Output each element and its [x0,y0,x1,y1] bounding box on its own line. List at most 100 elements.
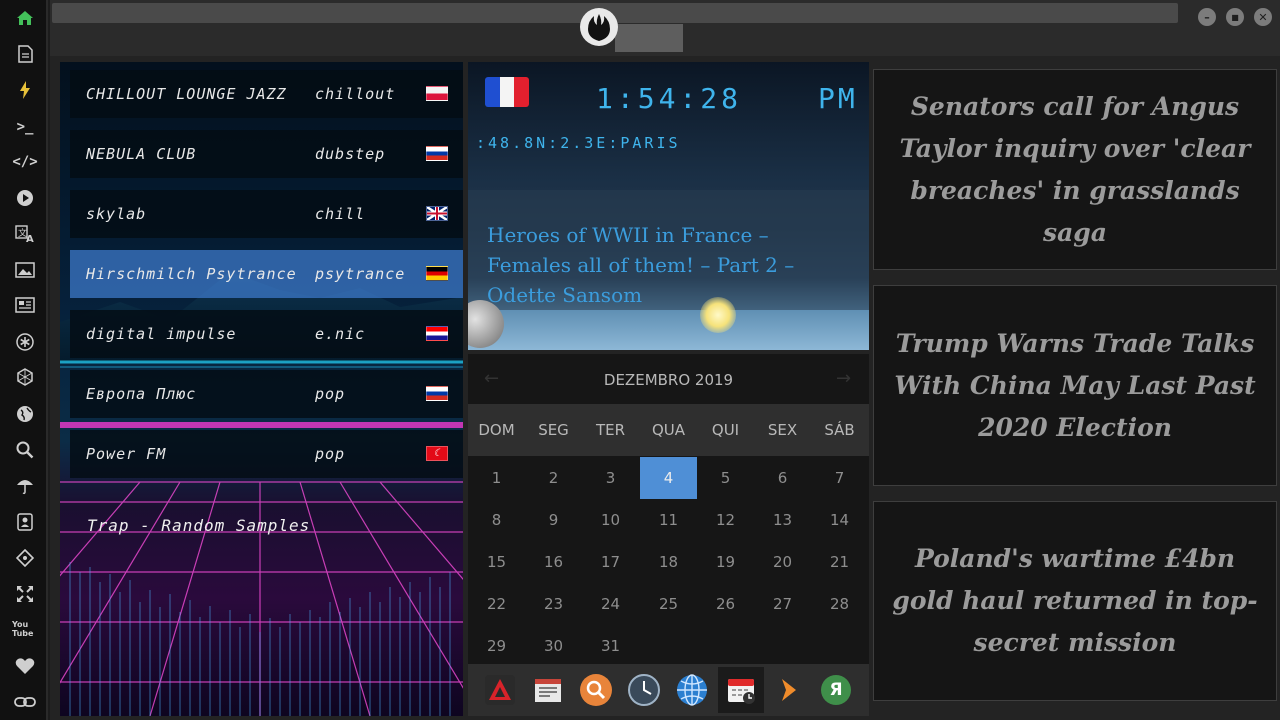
flag-russia-icon [426,386,448,401]
calendar-day[interactable]: 13 [754,499,811,541]
calendar-day[interactable]: 6 [754,457,811,499]
calendar-day[interactable]: 27 [754,583,811,625]
news-headline: Senators call for Angus Taylor inquiry o… [899,91,1251,247]
station-name: NEBULA CLUB [86,145,197,163]
app-a-icon[interactable] [482,672,518,708]
station-row[interactable]: Европа Плюс pop [70,370,463,418]
calendar-day[interactable]: 25 [640,583,697,625]
close-button[interactable]: ✕ [1254,8,1272,26]
flag-turkey-icon: ☾ [426,446,448,461]
play-icon[interactable] [12,185,38,211]
weekday-label: SEX [767,421,798,439]
calendar-day[interactable]: 1 [468,457,525,499]
yandex-letter: Я [829,680,843,700]
maximize-icon: ■ [1231,12,1239,22]
clock-time: 1:54:28 [596,82,743,115]
flag-uk-icon [426,206,448,221]
calendar-day[interactable]: 19 [697,541,754,583]
youtube-label: You Tube [12,620,34,638]
station-row[interactable]: digital impulse e.nic [70,310,463,358]
calendar-day[interactable]: 7 [811,457,868,499]
calendar-day[interactable]: 9 [525,499,582,541]
station-row[interactable]: skylab chill [70,190,463,238]
clock-ampm: PM [818,82,858,115]
weekday-label: TER [595,421,626,439]
clock-icon[interactable] [626,672,662,708]
station-row[interactable]: CHILLOUT LOUNGE JAZZ chillout [70,70,463,118]
bolt-icon[interactable] [12,77,38,103]
calendar-day[interactable]: 21 [811,541,868,583]
station-name: skylab [86,205,147,223]
next-month-arrow-icon[interactable]: → [836,368,851,389]
clock-headline-link[interactable]: Heroes of WWII in France – Females all o… [487,220,857,310]
weekday-label: SÁB [824,421,855,439]
calendar-day[interactable]: 12 [697,499,754,541]
station-row-active[interactable]: Hirschmilch Psytrance psytrance [70,250,463,298]
calendar-day[interactable]: 18 [640,541,697,583]
umbrella-icon[interactable] [12,473,38,499]
search-icon[interactable] [578,672,614,708]
minimize-icon: – [1204,10,1210,24]
calendar-day[interactable]: 29 [468,625,525,667]
app-sidebar: >_ </> 文A You Tube [0,0,48,720]
document-icon[interactable] [12,41,38,67]
calendar-weekday-row: DOM SEG TER QUA QUI SEX SÁB [468,404,869,456]
calendar-day[interactable]: 14 [811,499,868,541]
calendar-day[interactable]: 30 [525,625,582,667]
weekday-label: SEG [538,421,569,439]
calendar-news-icon[interactable] [530,672,566,708]
station-row[interactable]: NEBULA CLUB dubstep [70,130,463,178]
translate-icon[interactable]: 文A [12,221,38,247]
calendar-day[interactable]: 8 [468,499,525,541]
calendar-day[interactable]: 11 [640,499,697,541]
rebel-alliance-logo-icon [580,8,618,46]
flag-france-icon [485,77,529,107]
calendar-day[interactable]: 2 [525,457,582,499]
calendar-day[interactable]: 16 [525,541,582,583]
maximize-button[interactable]: ■ [1226,8,1244,26]
image-icon[interactable] [12,257,38,283]
emblem-tab[interactable] [615,24,683,52]
link-icon[interactable] [12,689,38,715]
calendar-day[interactable]: 3 [582,457,639,499]
calendar-day[interactable]: 23 [525,583,582,625]
news-card[interactable]: Trump Warns Trade Talks With China May L… [873,285,1277,486]
calendar-day[interactable]: 15 [468,541,525,583]
minimize-button[interactable]: – [1198,8,1216,26]
calendar-day[interactable]: 22 [468,583,525,625]
expand-icon[interactable] [12,581,38,607]
top-bar: – ■ ✕ [50,0,1280,56]
station-row[interactable]: Power FM pop ☾ [70,430,463,478]
station-genre: pop [315,385,346,403]
globe-icon[interactable] [674,672,710,708]
calendar-widget: ← DEZEMBRO 2019 → DOM SEG TER QUA QUI SE… [468,354,869,664]
calendar-day[interactable]: 10 [582,499,639,541]
news-card[interactable]: Poland's wartime £4bn gold haul returned… [873,501,1277,701]
play-arrow-icon[interactable] [770,672,806,708]
calendar-day[interactable]: 20 [754,541,811,583]
globe-icon[interactable] [12,401,38,427]
calendar-day[interactable]: 17 [582,541,639,583]
youtube-icon[interactable]: You Tube [12,616,38,642]
calendar-day[interactable]: 5 [697,457,754,499]
calendar-day[interactable]: 28 [811,583,868,625]
home-icon[interactable] [12,5,38,31]
calendar-month-title: DEZEMBRO 2019 [603,371,734,389]
search-icon[interactable] [12,437,38,463]
tag-icon[interactable] [12,545,38,571]
asterisk-icon[interactable] [12,329,38,355]
calendar-icon[interactable] [718,667,764,713]
hexagon-icon[interactable] [12,364,38,390]
news-card[interactable]: Senators call for Angus Taylor inquiry o… [873,69,1277,270]
contact-icon[interactable] [12,509,38,535]
calendar-day-today[interactable]: 4 [640,457,697,499]
heart-icon[interactable] [12,653,38,679]
station-name: CHILLOUT LOUNGE JAZZ [86,85,287,103]
terminal-icon[interactable]: >_ [12,114,38,140]
calendar-day[interactable]: 26 [697,583,754,625]
yandex-icon[interactable]: Я [818,672,854,708]
calendar-day[interactable]: 31 [582,625,639,667]
news-icon[interactable] [12,292,38,318]
calendar-day[interactable]: 24 [582,583,639,625]
code-icon[interactable]: </> [12,149,38,175]
